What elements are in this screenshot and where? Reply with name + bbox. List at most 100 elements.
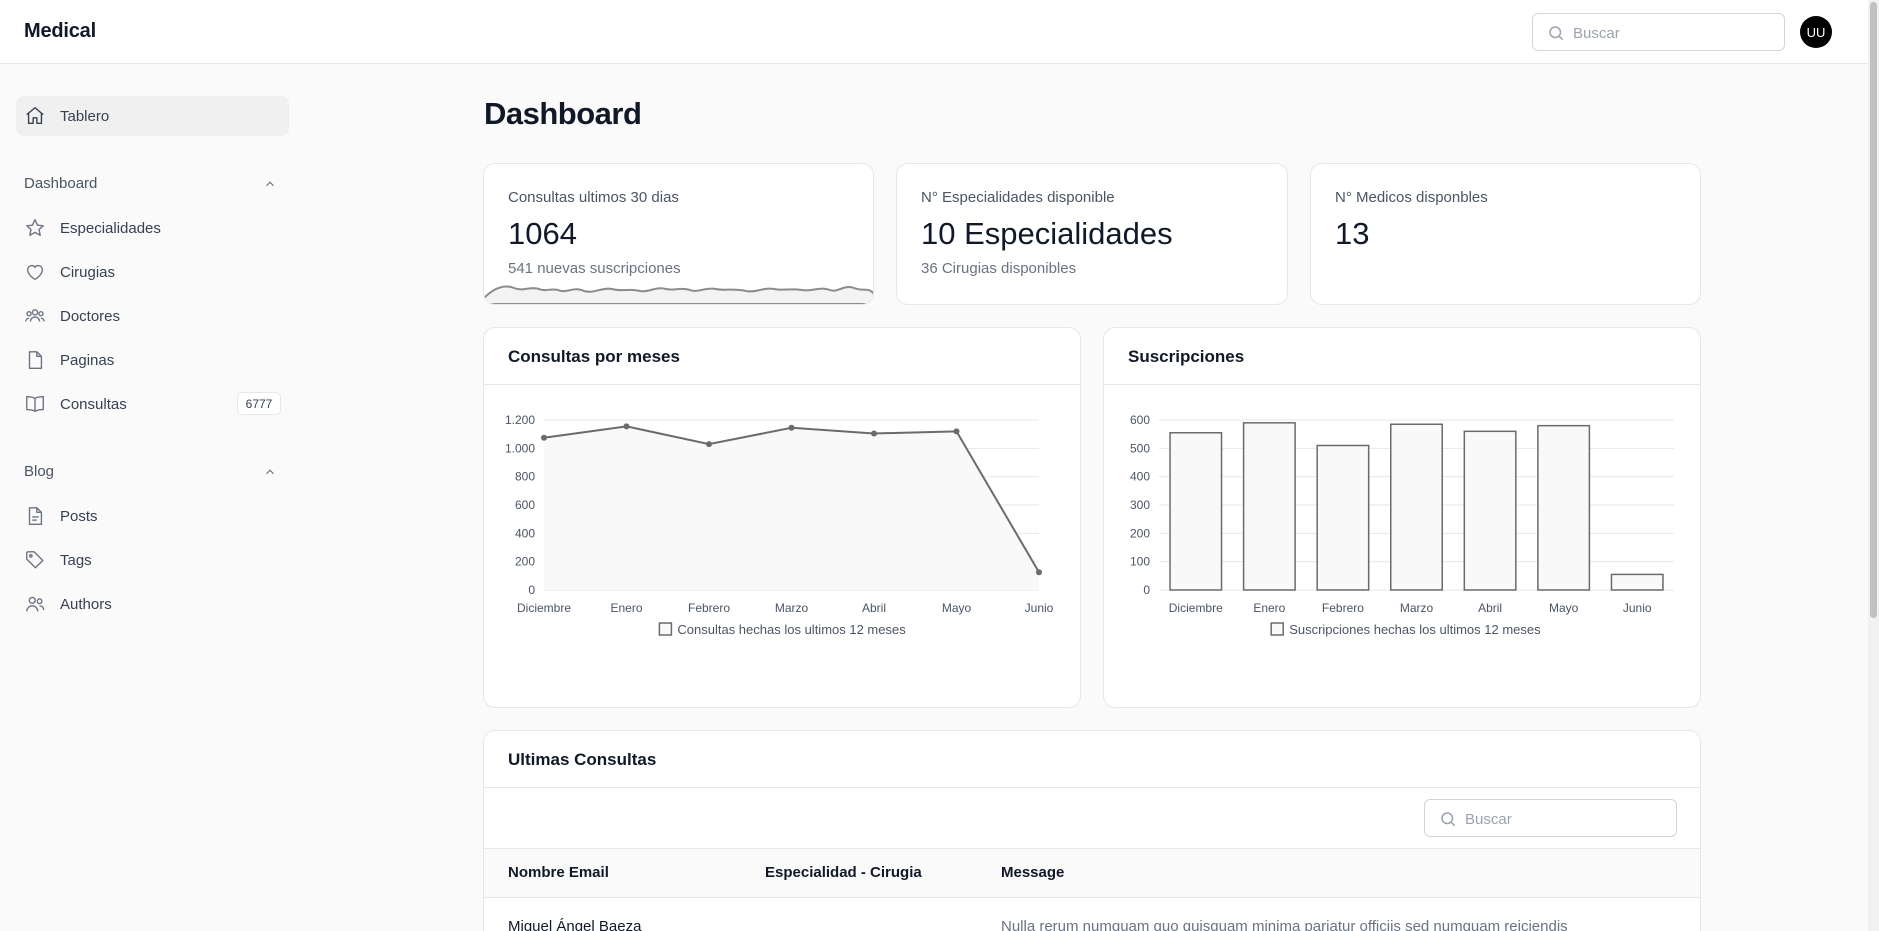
stat-card-especialidades: N° Especialidades disponible 10 Especial… [896, 163, 1288, 305]
user-avatar[interactable]: UU [1800, 16, 1832, 48]
bar[interactable] [1169, 432, 1223, 591]
y-tick-label: 600 [515, 498, 535, 512]
search-icon [1441, 812, 1456, 827]
global-search[interactable] [1532, 13, 1785, 51]
global-search-input[interactable] [1573, 22, 1773, 44]
y-tick-label: 600 [1130, 413, 1150, 427]
sidebar-group-blog[interactable]: Blog [24, 463, 54, 480]
stat-sub: 36 Cirugias disponibles [921, 260, 1077, 277]
sidebar-item-authors[interactable]: Authors [24, 593, 112, 615]
x-tick-label: Abril [862, 601, 886, 615]
sidebar-item-label: Tags [60, 551, 92, 569]
users-icon [26, 596, 45, 612]
y-tick-label: 100 [1130, 555, 1150, 569]
document-text-icon [28, 507, 43, 525]
table-card-ultimas-consultas: Ultimas Consultas Nombre Email Especiali… [483, 730, 1701, 931]
legend-label[interactable]: Suscripciones hechas los ultimos 12 mese… [1289, 622, 1541, 637]
bar[interactable] [1242, 422, 1296, 591]
chart-title: Suscripciones [1128, 347, 1245, 366]
x-tick-label: Junio [1025, 601, 1054, 615]
y-tick-label: 0 [1143, 583, 1150, 597]
consultas-count-badge: 6777 [237, 392, 281, 415]
x-tick-label: Febrero [1322, 601, 1364, 615]
bar[interactable] [1537, 424, 1591, 591]
column-header-message[interactable]: Message [1001, 864, 1064, 881]
sidebar-item-cirugias[interactable]: Cirugias [24, 261, 115, 283]
x-tick-label: Mayo [942, 601, 972, 615]
brand-logo[interactable]: Medical [24, 20, 96, 43]
page-title: Dashboard [484, 96, 642, 131]
sidebar-item-consultas[interactable]: Consultas [24, 393, 127, 415]
x-tick-label: Junio [1623, 601, 1652, 615]
data-point[interactable] [623, 423, 630, 430]
y-tick-label: 800 [515, 470, 535, 484]
sidebar-item-doctores[interactable]: Doctores [24, 305, 120, 327]
book-open-icon [26, 395, 44, 413]
bar[interactable] [1463, 430, 1517, 591]
chevron-up-icon[interactable] [263, 465, 277, 479]
bar[interactable] [1610, 573, 1664, 591]
chart-title: Consultas por meses [508, 347, 680, 366]
column-header-nombre-email[interactable]: Nombre Email [508, 864, 609, 881]
sidebar-item-label: Cirugias [60, 263, 116, 281]
data-point[interactable] [541, 434, 547, 441]
line-area [544, 426, 1039, 590]
sidebar-item-posts[interactable]: Posts [24, 505, 98, 527]
stat-value: 10 Especialidades [921, 216, 1173, 251]
bar[interactable] [1390, 423, 1443, 591]
sidebar-item-tablero[interactable]: Tablero [24, 105, 109, 127]
sidebar-group-dashboard[interactable]: Dashboard [24, 175, 97, 192]
x-tick-label: Abril [1478, 601, 1502, 615]
table-header-row: Nombre Email Especialidad - Cirugia Mess… [484, 848, 1700, 898]
column-header-especialidad[interactable]: Especialidad - Cirugia [765, 864, 922, 881]
search-icon [1549, 26, 1564, 41]
stat-card-consultas: Consultas ultimos 30 dias 1064 541 nueva… [483, 163, 874, 305]
card-header: Consultas por meses [484, 328, 1080, 385]
stat-label: N° Especialidades disponible [921, 189, 1115, 206]
sidebar-item-paginas[interactable]: Paginas [24, 349, 114, 371]
sidebar-item-label: Tablero [60, 107, 110, 125]
y-tick-label: 300 [1130, 498, 1150, 512]
sparkline-wave [484, 285, 873, 304]
sidebar-item-label: Especialidades [60, 219, 161, 237]
stat-label: N° Medicos disponbles [1335, 189, 1488, 206]
y-tick-label: 200 [515, 555, 535, 569]
heart-icon [26, 264, 44, 281]
scrollbar-thumb[interactable] [1870, 2, 1877, 618]
x-tick-label: Febrero [688, 601, 730, 615]
sidebar-item-label: Consultas [60, 395, 127, 413]
x-tick-label: Diciembre [1169, 601, 1223, 615]
data-point[interactable] [1036, 569, 1042, 576]
stat-sub: 541 nuevas suscripciones [508, 260, 681, 277]
stat-value: 1064 [508, 216, 577, 251]
chart-card-consultas: Consultas por meses 0 200 400 600 800 1.000 1.… [483, 327, 1081, 708]
line-chart: 0 200 400 600 800 1.000 1.200 Diciembre Enero Feb… [505, 413, 1054, 637]
legend-label[interactable]: Consultas hechas los ultimos 12 meses [677, 622, 906, 637]
table-search[interactable] [1424, 799, 1677, 837]
bar[interactable] [1316, 444, 1370, 591]
legend-swatch[interactable] [1270, 622, 1284, 636]
sidebar-item-label: Doctores [60, 307, 121, 325]
data-point[interactable] [953, 428, 960, 435]
sidebar-item-especialidades[interactable]: Especialidades [24, 217, 161, 239]
top-bar: Medical UU [0, 0, 1868, 64]
table-search-input[interactable] [1465, 808, 1665, 830]
stat-value: 13 [1335, 216, 1370, 251]
page-scrollbar[interactable] [1868, 0, 1879, 931]
y-tick-label: 1.000 [505, 441, 535, 455]
sidebar-item-label: Authors [60, 595, 112, 613]
sidebar-item-tags[interactable]: Tags [24, 549, 92, 571]
data-point[interactable] [788, 424, 795, 431]
card-header: Suscripciones [1104, 328, 1700, 385]
stat-card-medicos: N° Medicos disponbles 13 [1310, 163, 1701, 305]
y-tick-label: 500 [1130, 441, 1150, 455]
data-point[interactable] [871, 430, 877, 437]
data-point[interactable] [706, 441, 712, 448]
cell-message: Nulla rerum numquam quo quisquam minima … [1001, 918, 1568, 931]
document-icon [28, 351, 43, 369]
sidebar-item-label: Posts [60, 507, 98, 525]
card-header: Ultimas Consultas [484, 731, 1700, 788]
chevron-up-icon[interactable] [263, 177, 277, 191]
legend-swatch[interactable] [658, 622, 673, 636]
x-tick-label: Enero [610, 601, 642, 615]
